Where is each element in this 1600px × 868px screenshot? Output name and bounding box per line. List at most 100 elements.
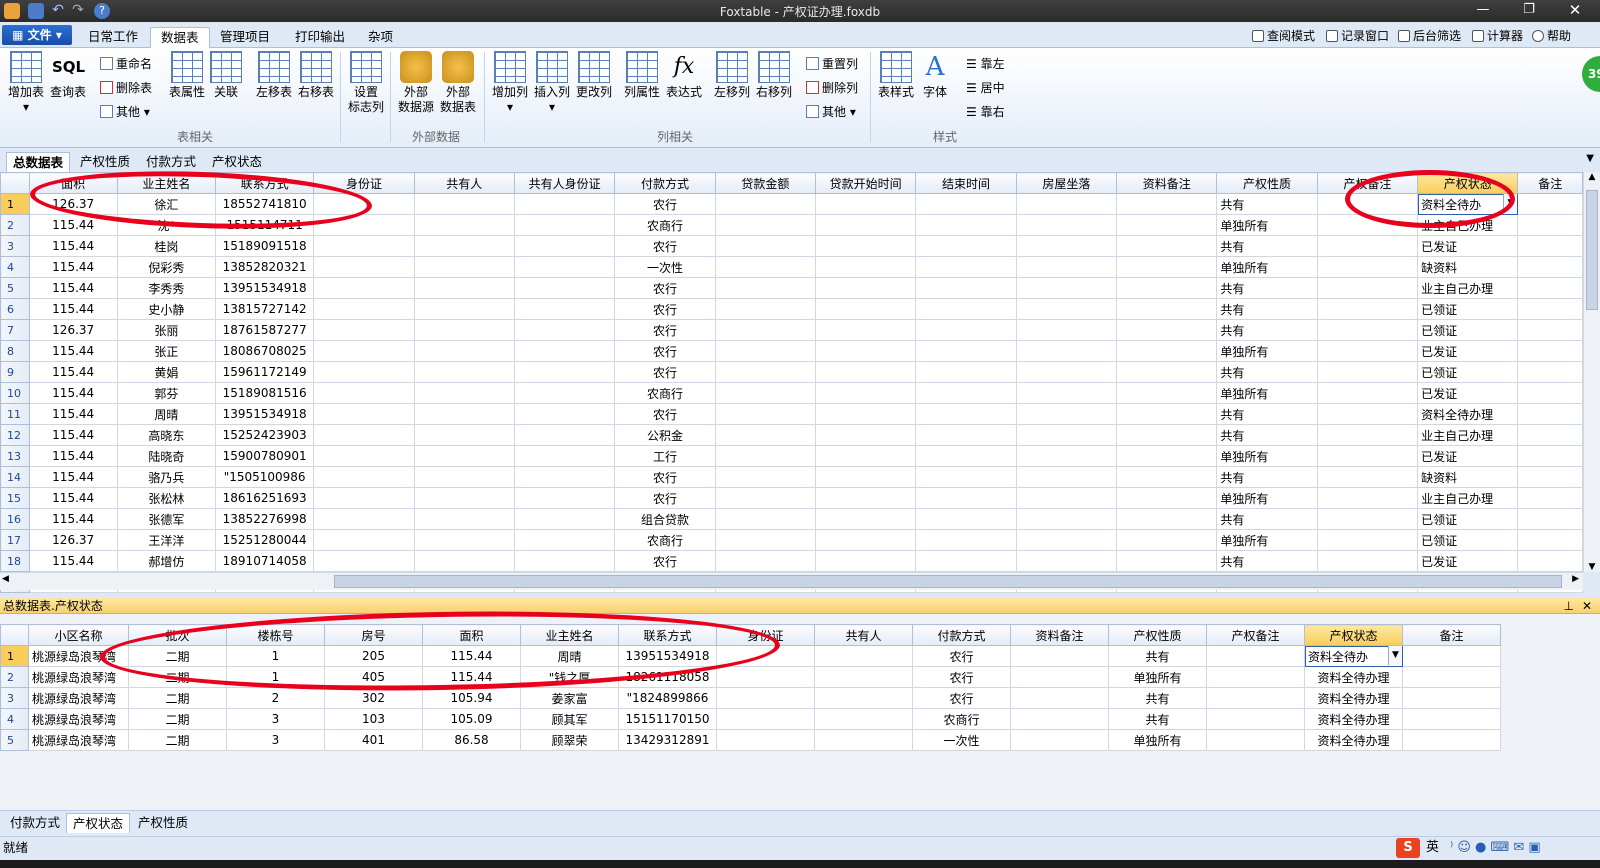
table-cell[interactable]: 桃源绿岛浪琴湾: [28, 645, 129, 667]
table-cell[interactable]: 共有: [1216, 298, 1318, 320]
table-cell[interactable]: [714, 193, 817, 215]
table-cell[interactable]: 李秀秀: [116, 277, 217, 299]
row-number[interactable]: 2: [0, 214, 30, 236]
table-cell[interactable]: 115.44: [28, 508, 118, 530]
table-cell[interactable]: 13951534918: [618, 645, 717, 667]
main-vertical-scrollbar[interactable]: ▲ ▼: [1583, 172, 1600, 572]
table-cell[interactable]: [1010, 666, 1109, 688]
table-cell[interactable]: [1116, 487, 1218, 509]
column-header[interactable]: 楼栋号: [226, 624, 325, 646]
table-cell[interactable]: 一次性: [912, 729, 1011, 751]
table-cell[interactable]: [714, 235, 817, 257]
table-cell[interactable]: 资料全待办理: [1304, 708, 1403, 730]
table-cell[interactable]: 单独所有: [1216, 445, 1318, 467]
table-cell[interactable]: [716, 729, 815, 751]
table-cell[interactable]: [513, 382, 616, 404]
external-table-button[interactable]: 外部 数据表: [438, 51, 478, 115]
table-cell[interactable]: 高晓东: [116, 424, 217, 446]
table-cell[interactable]: [1015, 298, 1118, 320]
table-row[interactable]: 6 115.44 史小静 13815727142 农行 共有 已领证: [0, 298, 1583, 320]
table-cell[interactable]: [1015, 529, 1118, 551]
table-cell[interactable]: [1116, 361, 1218, 383]
table-cell[interactable]: [1116, 235, 1218, 257]
row-number[interactable]: 9: [0, 361, 30, 383]
table-cell[interactable]: 115.44: [28, 214, 118, 236]
column-header[interactable]: 贷款开始时间: [815, 172, 917, 194]
table-cell[interactable]: [714, 319, 817, 341]
main-data-grid[interactable]: 面积 业主姓名 联系方式 身份证 共有人 共有人身份证 付款方式 贷款金额 贷款开始时间 结束时间…: [0, 172, 1583, 593]
align-right-button[interactable]: ☰ 靠右: [966, 104, 1005, 120]
row-number[interactable]: 11: [0, 403, 30, 425]
table-row[interactable]: 17 126.37 王洋洋 15251280044 农商行 单独所有 已领证: [0, 529, 1583, 551]
table-cell[interactable]: 1: [226, 645, 325, 667]
table-cell[interactable]: 18552741810: [214, 193, 315, 215]
table-cell[interactable]: [915, 235, 1017, 257]
table-cell[interactable]: 资料全待办 ▼: [1304, 645, 1403, 667]
column-header[interactable]: 产权备注: [1316, 172, 1419, 194]
table-cell[interactable]: [1402, 708, 1501, 730]
table-cell[interactable]: 115.44: [28, 403, 118, 425]
table-cell[interactable]: "钱之厚: [520, 666, 619, 688]
delete-column-button[interactable]: 删除列: [806, 80, 858, 96]
table-cell[interactable]: [313, 508, 415, 530]
table-cell[interactable]: [714, 382, 817, 404]
table-cell[interactable]: [313, 403, 415, 425]
table-cell[interactable]: "1505100986: [214, 466, 315, 488]
column-props-button[interactable]: 列属性: [622, 51, 662, 100]
table-cell[interactable]: 13852820321: [214, 256, 315, 278]
table-cell[interactable]: [1015, 256, 1118, 278]
table-cell[interactable]: [513, 319, 616, 341]
column-header[interactable]: 产权状态: [1304, 624, 1403, 646]
table-cell[interactable]: [915, 424, 1017, 446]
table-cell[interactable]: 115.44: [28, 424, 118, 446]
table-cell[interactable]: 18616251693: [214, 487, 315, 509]
table-cell[interactable]: 共有: [1108, 645, 1207, 667]
table-cell[interactable]: [915, 214, 1017, 236]
restore-button[interactable]: ❐: [1506, 0, 1552, 22]
table-row[interactable]: 3 115.44 桂岗 15189091518 农行 共有 已发证: [0, 235, 1583, 257]
table-cell[interactable]: 已领证: [1417, 298, 1519, 320]
table-cell[interactable]: 资料全待办 ▼: [1417, 193, 1519, 215]
column-header[interactable]: 共有人: [814, 624, 913, 646]
table-cell[interactable]: [714, 424, 817, 446]
table-cell[interactable]: 农行: [614, 193, 716, 215]
table-cell[interactable]: 桃源绿岛浪琴湾: [28, 729, 129, 751]
table-cell[interactable]: 黄娟: [116, 361, 217, 383]
table-cell[interactable]: [1010, 708, 1109, 730]
column-header[interactable]: 小区名称: [28, 624, 129, 646]
table-cell[interactable]: [915, 403, 1017, 425]
add-column-button[interactable]: 增加列 ▾: [490, 51, 530, 115]
table-cell[interactable]: [1316, 487, 1419, 509]
table-cell[interactable]: 15252423903: [214, 424, 315, 446]
table-cell[interactable]: [313, 550, 415, 572]
table-cell[interactable]: [915, 445, 1017, 467]
table-cell[interactable]: [714, 466, 817, 488]
table-cell[interactable]: [815, 382, 917, 404]
table-cell[interactable]: 单独所有: [1216, 256, 1318, 278]
rename-button[interactable]: 重命名: [100, 56, 152, 72]
table-cell[interactable]: 资料全待办理: [1417, 403, 1519, 425]
tab-misc[interactable]: 杂项: [358, 27, 403, 48]
table-cell[interactable]: 1515114711: [214, 214, 315, 236]
table-cell[interactable]: [1402, 687, 1501, 709]
table-cell[interactable]: 郝增仿: [116, 550, 217, 572]
table-cell[interactable]: 单独所有: [1108, 729, 1207, 751]
query-table-button[interactable]: SQL 查询表: [48, 51, 88, 100]
align-center-button[interactable]: ☰ 居中: [966, 80, 1005, 96]
table-cell[interactable]: 共有: [1216, 361, 1318, 383]
table-cell[interactable]: 共有: [1216, 424, 1318, 446]
table-row[interactable]: 2 桃源绿岛浪琴湾 二期 1 405 115.44 "钱之厚 18261118058 农行 单独所…: [0, 666, 1501, 688]
view-mode-button[interactable]: 查阅模式: [1252, 27, 1315, 45]
table-cell[interactable]: [513, 445, 616, 467]
table-cell[interactable]: [1316, 214, 1419, 236]
table-cell[interactable]: 工行: [614, 445, 716, 467]
table-cell[interactable]: [313, 487, 415, 509]
table-cell[interactable]: [1517, 508, 1583, 530]
sheet-menu-chevron-icon[interactable]: ▼: [1586, 153, 1594, 164]
table-cell[interactable]: 徐汇: [116, 193, 217, 215]
table-cell[interactable]: [915, 550, 1017, 572]
table-cell[interactable]: 已发证: [1417, 382, 1519, 404]
table-cell[interactable]: 13815727142: [214, 298, 315, 320]
table-cell[interactable]: [1517, 214, 1583, 236]
table-cell[interactable]: [915, 319, 1017, 341]
